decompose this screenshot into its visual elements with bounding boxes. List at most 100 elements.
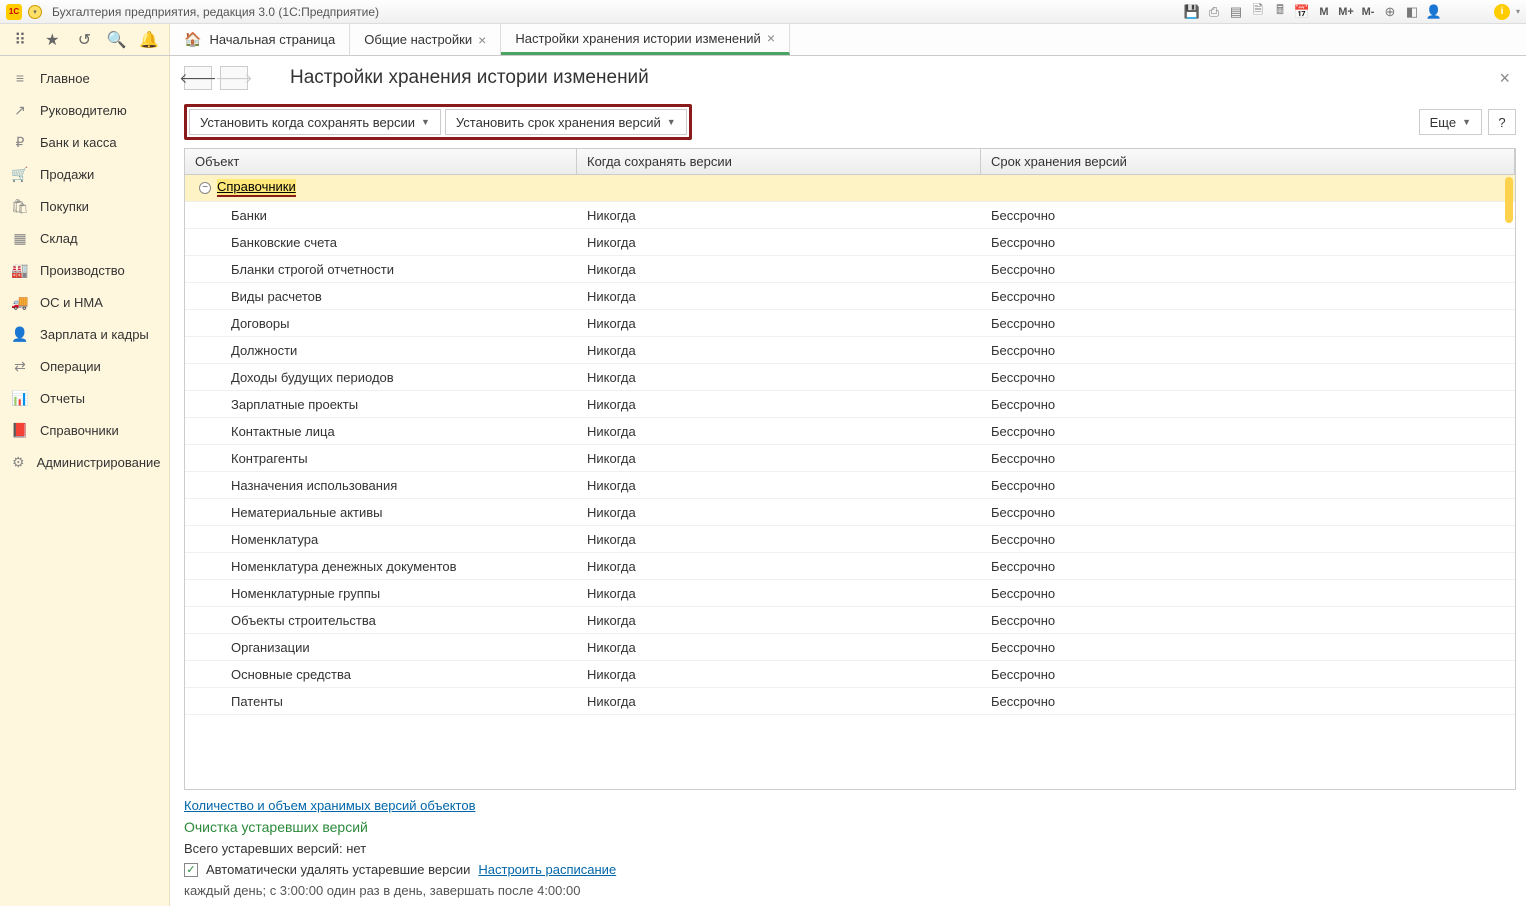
configure-schedule-link[interactable]: Настроить расписание — [478, 862, 616, 877]
forward-button[interactable]: 🡒 — [220, 66, 248, 90]
cell-term: Бессрочно — [981, 559, 1515, 574]
m-plus-button[interactable]: M+ — [1338, 4, 1354, 20]
table-row[interactable]: Виды расчетовНикогдаБессрочно — [185, 283, 1515, 310]
main-content: 🡐 🡒 Настройки хранения истории изменений… — [170, 56, 1526, 906]
help-button[interactable]: ? — [1488, 109, 1516, 135]
sidebar-item-10[interactable]: 📊Отчеты — [0, 382, 169, 414]
info-icon[interactable]: i — [1494, 4, 1510, 20]
cell-term: Бессрочно — [981, 235, 1515, 250]
doc-icon[interactable]: 🗎 — [1250, 4, 1266, 20]
col-term[interactable]: Срок хранения версий — [981, 149, 1515, 174]
cell-term: Бессрочно — [981, 667, 1515, 682]
cell-term: Бессрочно — [981, 289, 1515, 304]
cell-when: Никогда — [577, 262, 981, 277]
sidebar-item-1[interactable]: ↗Руководителю — [0, 94, 169, 126]
table-row[interactable]: Бланки строгой отчетностиНикогдаБессрочн… — [185, 256, 1515, 283]
history-icon[interactable]: ↺ — [68, 24, 100, 56]
sidebar-item-12[interactable]: ⚙Администрирование — [0, 446, 169, 478]
save-icon[interactable]: 💾 — [1184, 4, 1200, 20]
table-row[interactable]: Номенклатура денежных документовНикогдаБ… — [185, 553, 1515, 580]
print-icon[interactable]: ⎙ — [1206, 4, 1222, 20]
table-row[interactable]: Доходы будущих периодовНикогдаБессрочно — [185, 364, 1515, 391]
tab-close-icon[interactable]: × — [767, 30, 775, 46]
table-row[interactable]: Назначения использованияНикогдаБессрочно — [185, 472, 1515, 499]
sidebar-item-6[interactable]: 🏭Производство — [0, 254, 169, 286]
cell-object: Договоры — [185, 316, 577, 331]
table-row[interactable]: КонтрагентыНикогдаБессрочно — [185, 445, 1515, 472]
group-row[interactable]: − Справочники — [185, 175, 1515, 202]
calc-icon[interactable]: 🖩 — [1272, 4, 1288, 20]
cell-object: Организации — [185, 640, 577, 655]
tab-general-settings[interactable]: Общие настройки × — [350, 24, 501, 55]
versions-count-link[interactable]: Количество и объем хранимых версий объек… — [184, 798, 1516, 813]
sidebar-item-11[interactable]: 📕Справочники — [0, 414, 169, 446]
sidebar-item-4[interactable]: 🛍Покупки — [0, 190, 169, 222]
table-row[interactable]: Зарплатные проектыНикогдаБессрочно — [185, 391, 1515, 418]
sidebar-item-5[interactable]: ▦Склад — [0, 222, 169, 254]
zoom-icon[interactable]: ⊕ — [1382, 4, 1398, 20]
cell-object: Виды расчетов — [185, 289, 577, 304]
search-icon[interactable]: 🔍 — [101, 24, 133, 56]
app-menu-dropdown[interactable]: ▾ — [28, 5, 42, 19]
bell-icon[interactable]: 🔔 — [133, 24, 165, 56]
sidebar-label: ОС и НМА — [40, 295, 103, 310]
cell-object: Банковские счета — [185, 235, 577, 250]
sidebar-icon: 📕 — [12, 422, 28, 438]
col-when[interactable]: Когда сохранять версии — [577, 149, 981, 174]
cell-when: Никогда — [577, 424, 981, 439]
auto-delete-checkbox[interactable]: ✓ — [184, 863, 198, 877]
sidebar-item-9[interactable]: ⇄Операции — [0, 350, 169, 382]
more-button[interactable]: Еще ▼ — [1419, 109, 1482, 135]
cell-object: Основные средства — [185, 667, 577, 682]
window-icon[interactable]: ◧ — [1404, 4, 1420, 20]
cell-when: Никогда — [577, 289, 981, 304]
table-row[interactable]: Основные средстваНикогдаБессрочно — [185, 661, 1515, 688]
sidebar-label: Продажи — [40, 167, 94, 182]
calendar-icon[interactable]: 📅 — [1294, 4, 1310, 20]
cell-object: Номенклатура денежных документов — [185, 559, 577, 574]
tab-home[interactable]: 🏠 Начальная страница — [170, 24, 350, 55]
sidebar-item-2[interactable]: ₽Банк и касса — [0, 126, 169, 158]
table-row[interactable]: Номенклатурные группыНикогдаБессрочно — [185, 580, 1515, 607]
sidebar-label: Зарплата и кадры — [40, 327, 149, 342]
group-label[interactable]: Справочники — [217, 179, 296, 197]
window-title: Бухгалтерия предприятия, редакция 3.0 (1… — [52, 5, 379, 19]
table-row[interactable]: Нематериальные активыНикогдаБессрочно — [185, 499, 1515, 526]
col-object[interactable]: Объект — [185, 149, 577, 174]
scrollbar-thumb[interactable] — [1505, 177, 1513, 223]
sidebar-item-8[interactable]: 👤Зарплата и кадры — [0, 318, 169, 350]
sidebar-item-3[interactable]: 🛒Продажи — [0, 158, 169, 190]
cell-when: Никогда — [577, 235, 981, 250]
table-row[interactable]: Контактные лицаНикогдаБессрочно — [185, 418, 1515, 445]
table-row[interactable]: НоменклатураНикогдаБессрочно — [185, 526, 1515, 553]
sidebar-icon: ↗ — [12, 102, 28, 118]
cell-object: Бланки строгой отчетности — [185, 262, 577, 277]
close-page-button[interactable]: × — [1493, 68, 1516, 89]
sidebar-item-0[interactable]: ≡Главное — [0, 62, 169, 94]
table-row[interactable]: ДоговорыНикогдаБессрочно — [185, 310, 1515, 337]
m-minus-button[interactable]: M- — [1360, 4, 1376, 20]
tab-close-icon[interactable]: × — [478, 32, 486, 48]
apps-icon[interactable]: ⠿ — [4, 24, 36, 56]
star-icon[interactable]: ★ — [36, 24, 68, 56]
table-row[interactable]: Объекты строительстваНикогдаБессрочно — [185, 607, 1515, 634]
m-button[interactable]: M — [1316, 4, 1332, 20]
tab-home-label: Начальная страница — [209, 32, 335, 47]
cell-object: Номенклатурные группы — [185, 586, 577, 601]
back-button[interactable]: 🡐 — [184, 66, 212, 90]
table-row[interactable]: ПатентыНикогдаБессрочно — [185, 688, 1515, 715]
table-row[interactable]: Банковские счетаНикогдаБессрочно — [185, 229, 1515, 256]
cell-term: Бессрочно — [981, 370, 1515, 385]
collapse-icon[interactable]: − — [199, 182, 211, 194]
table-body[interactable]: − Справочники БанкиНикогдаБессрочноБанко… — [185, 175, 1515, 789]
table-row[interactable]: БанкиНикогдаБессрочно — [185, 202, 1515, 229]
set-when-save-button[interactable]: Установить когда сохранять версии ▼ — [189, 109, 441, 135]
user-icon[interactable]: 👤 — [1426, 4, 1442, 20]
set-storage-term-button[interactable]: Установить срок хранения версий ▼ — [445, 109, 687, 135]
tab-history-settings[interactable]: Настройки хранения истории изменений × — [501, 24, 790, 55]
cell-when: Никогда — [577, 694, 981, 709]
table-icon[interactable]: ▤ — [1228, 4, 1244, 20]
sidebar-item-7[interactable]: 🚚ОС и НМА — [0, 286, 169, 318]
table-row[interactable]: ОрганизацииНикогдаБессрочно — [185, 634, 1515, 661]
table-row[interactable]: ДолжностиНикогдаБессрочно — [185, 337, 1515, 364]
